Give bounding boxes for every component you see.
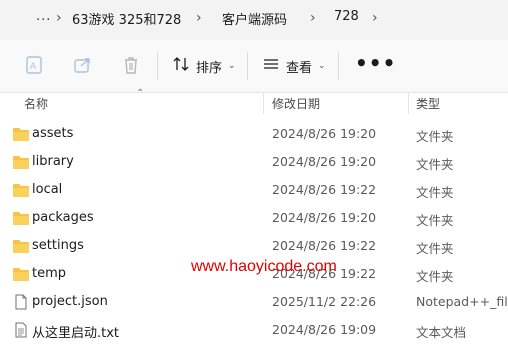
column-date-header[interactable]: 修改日期 bbox=[272, 95, 320, 112]
view-button[interactable]: 查看 ⌄ bbox=[262, 52, 326, 80]
file-row[interactable]: settings 2024/8/26 19:22 文件夹 bbox=[0, 232, 508, 260]
file-date: 2024/8/26 19:22 bbox=[272, 182, 377, 197]
view-list-icon bbox=[262, 55, 280, 77]
file-row[interactable]: assets 2024/8/26 19:20 文件夹 bbox=[0, 120, 508, 148]
file-name: library bbox=[32, 154, 74, 169]
file-type: 文件夹 bbox=[416, 241, 454, 256]
toolbar-divider bbox=[247, 52, 248, 80]
chevron-right-icon[interactable]: › bbox=[372, 10, 378, 26]
chevron-right-icon: › bbox=[196, 10, 202, 26]
column-divider[interactable] bbox=[263, 92, 264, 114]
file-type: 文件夹 bbox=[416, 185, 454, 200]
file-date: 2024/8/26 19:20 bbox=[272, 210, 377, 225]
file-row[interactable]: 从这里启动.txt 2024/8/26 19:09 文本文档 bbox=[0, 316, 508, 344]
command-bar: A 排序 ⌄ 查看 ⌄ ••• bbox=[0, 40, 508, 93]
svg-text:A: A bbox=[30, 62, 37, 72]
folder-icon bbox=[12, 238, 30, 254]
file-type: 文本文档 bbox=[416, 325, 467, 340]
chevron-down-icon: ⌄ bbox=[228, 61, 236, 71]
file-type: Notepad++_file bbox=[416, 294, 508, 309]
toolbar-divider bbox=[157, 52, 158, 80]
file-type: 文件夹 bbox=[416, 129, 454, 144]
folder-icon bbox=[12, 126, 30, 142]
file-name: project.json bbox=[32, 294, 108, 309]
folder-icon bbox=[12, 266, 30, 282]
document-icon bbox=[12, 294, 30, 310]
file-type: 文件夹 bbox=[416, 213, 454, 228]
more-options-button[interactable]: ••• bbox=[355, 53, 396, 73]
file-row[interactable]: project.json 2025/11/2 22:26 Notepad++_f… bbox=[0, 288, 508, 316]
file-name: temp bbox=[32, 266, 67, 281]
file-date: 2024/8/26 19:20 bbox=[272, 126, 377, 141]
breadcrumb: ... › 63游戏 325和728 › 客户端源码 › 728 › bbox=[0, 0, 508, 40]
column-divider[interactable] bbox=[408, 92, 409, 114]
file-date: 2024/8/26 19:20 bbox=[272, 154, 377, 169]
file-name: settings bbox=[32, 238, 84, 253]
delete-icon[interactable] bbox=[120, 54, 142, 76]
breadcrumb-segment-parent[interactable]: 63游戏 325和728 bbox=[72, 9, 181, 28]
view-label: 查看 bbox=[286, 60, 313, 76]
toolbar-divider bbox=[338, 52, 339, 80]
file-row[interactable]: library 2024/8/26 19:20 文件夹 bbox=[0, 148, 508, 176]
sort-label: 排序 bbox=[196, 60, 223, 76]
sort-icon bbox=[172, 55, 190, 77]
watermark-text: www.haoyicode.com bbox=[191, 258, 337, 275]
file-type: 文件夹 bbox=[416, 157, 454, 172]
ai-rename-icon[interactable]: A bbox=[24, 54, 46, 76]
file-name: packages bbox=[32, 210, 94, 225]
file-name: local bbox=[32, 182, 63, 197]
chevron-right-icon: › bbox=[56, 10, 62, 26]
share-icon[interactable] bbox=[72, 54, 94, 76]
sort-ascending-icon: ⌃ bbox=[136, 88, 145, 99]
column-type-header[interactable]: 类型 bbox=[416, 95, 440, 112]
breadcrumb-overflow-button[interactable]: ... bbox=[36, 9, 51, 24]
file-row[interactable]: local 2024/8/26 19:22 文件夹 bbox=[0, 176, 508, 204]
folder-icon bbox=[12, 154, 30, 170]
file-date: 2025/11/2 22:26 bbox=[272, 294, 377, 309]
chevron-down-icon: ⌄ bbox=[318, 61, 326, 71]
chevron-right-icon: › bbox=[310, 10, 316, 26]
breadcrumb-segment-current[interactable]: 728 bbox=[334, 9, 359, 24]
folder-icon bbox=[12, 182, 30, 198]
folder-icon bbox=[12, 210, 30, 226]
column-header-row: ⌃ 名称 修改日期 类型 bbox=[0, 88, 508, 114]
file-date: 2024/8/26 19:09 bbox=[272, 322, 377, 337]
text-file-icon bbox=[12, 322, 30, 338]
file-name: assets bbox=[32, 126, 74, 141]
breadcrumb-segment-source[interactable]: 客户端源码 bbox=[222, 9, 287, 28]
file-row[interactable]: packages 2024/8/26 19:20 文件夹 bbox=[0, 204, 508, 232]
file-type: 文件夹 bbox=[416, 269, 454, 284]
column-name-header[interactable]: 名称 bbox=[24, 95, 48, 112]
sort-button[interactable]: 排序 ⌄ bbox=[172, 52, 236, 80]
file-name: 从这里启动.txt bbox=[32, 326, 120, 341]
file-date: 2024/8/26 19:22 bbox=[272, 238, 377, 253]
